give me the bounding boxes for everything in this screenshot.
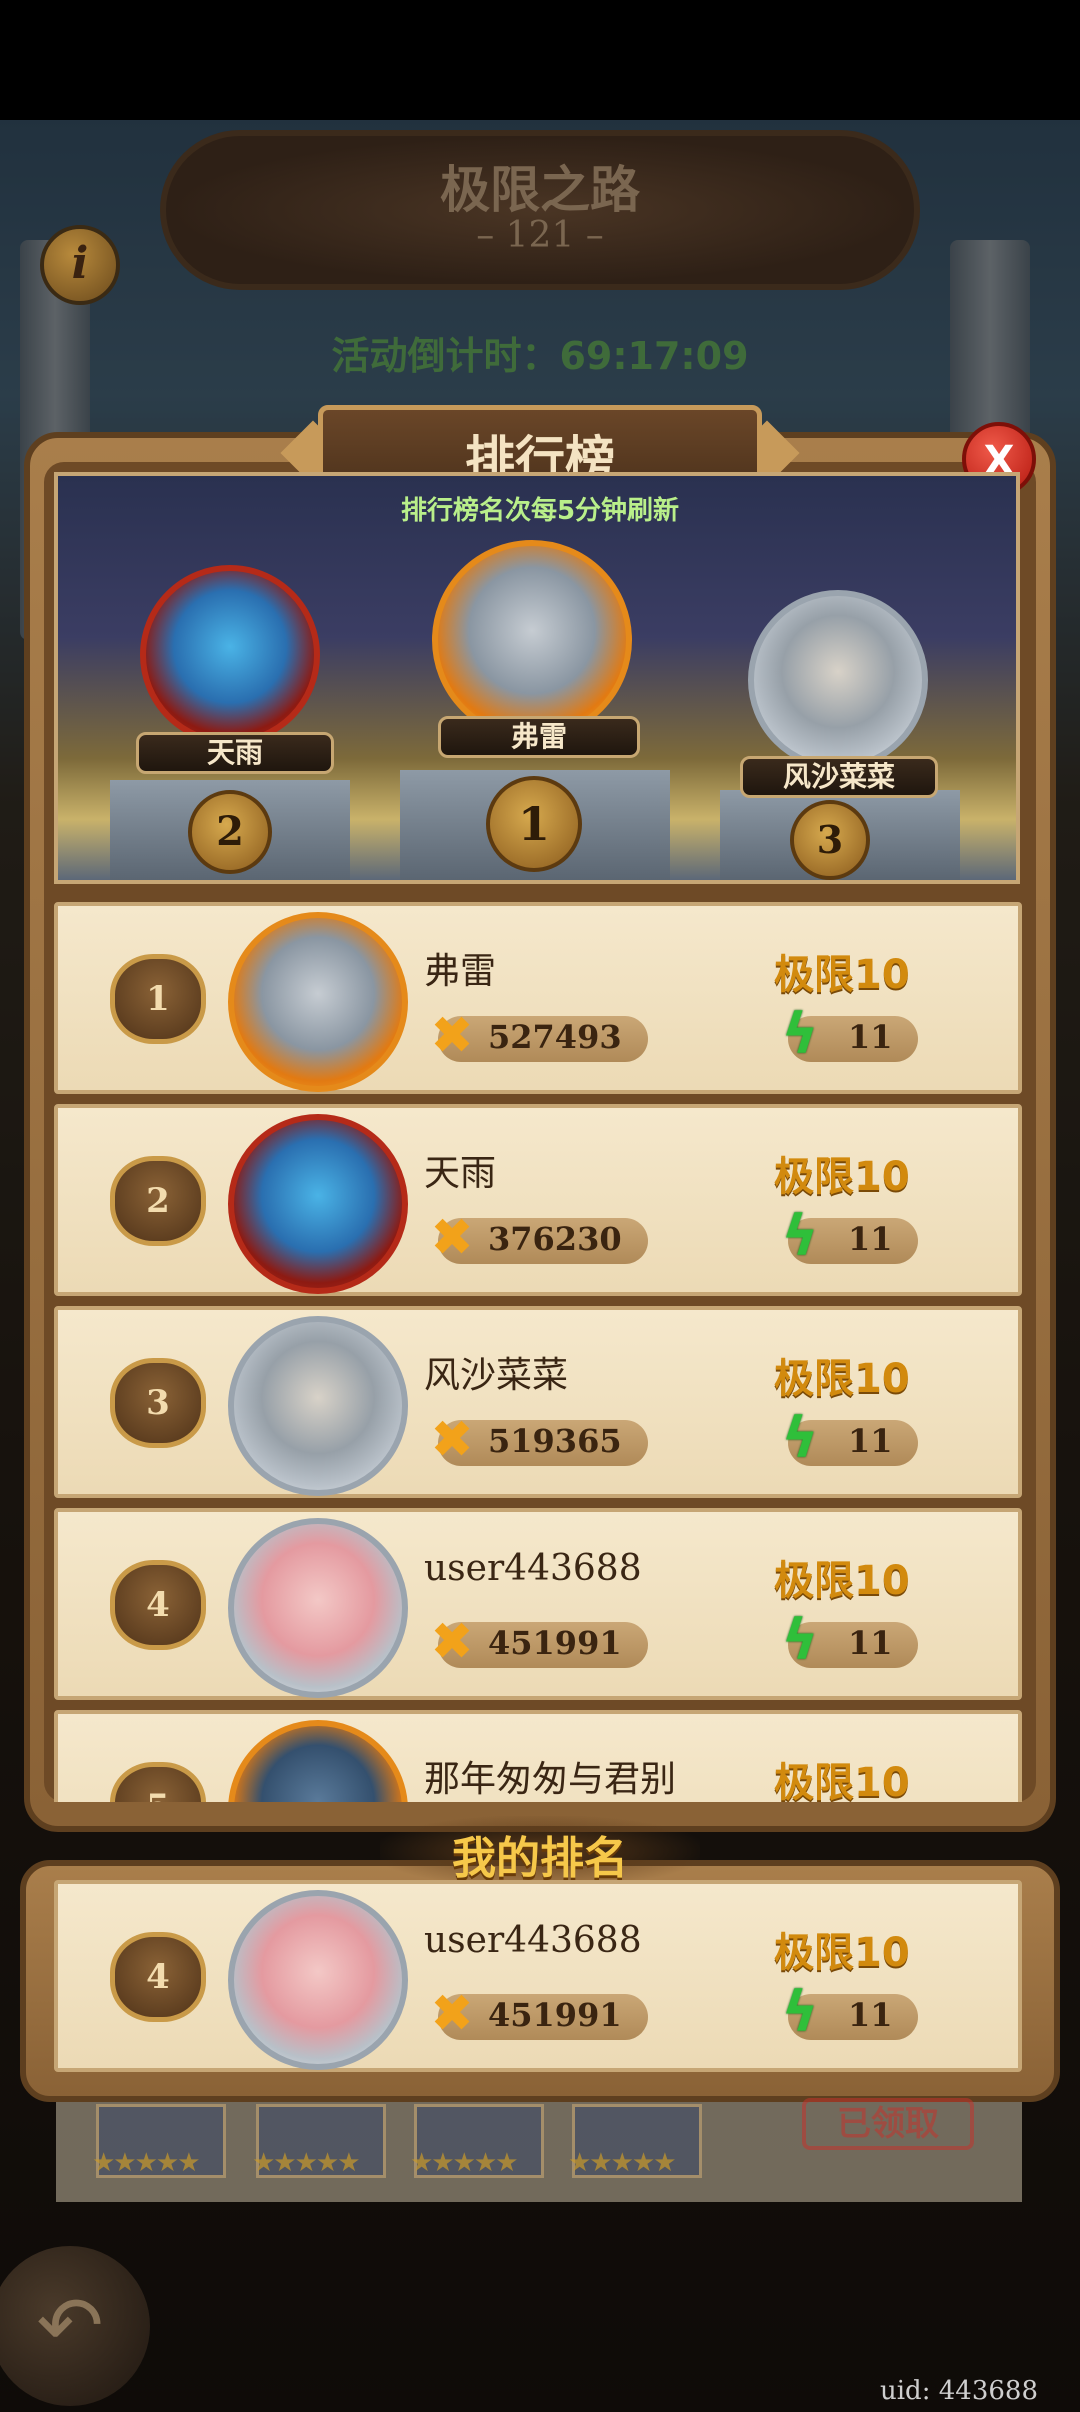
uid-label: uid: 443688 <box>880 2376 1038 2406</box>
power-icon: ✖ <box>430 1006 474 1066</box>
tier-label: 极限10 <box>774 1760 910 1802</box>
podium-medal-first: 1 <box>486 776 582 872</box>
power-value: 451991 <box>488 1996 622 2034</box>
info-icon[interactable]: i <box>40 225 120 305</box>
claimed-stamp: 已领取 <box>802 2098 974 2150</box>
ranking-row[interactable]: 4 user443688 ✖ 451991 极限10 ϟ 11 <box>54 1508 1022 1700</box>
player-avatar[interactable] <box>228 912 408 1092</box>
player-avatar[interactable] <box>228 1114 408 1294</box>
star-rating: ★★★★★ <box>252 2148 361 2178</box>
rank-medal: 3 <box>110 1358 206 1448</box>
star-rating: ★★★★★ <box>410 2148 519 2178</box>
podium-avatar-second[interactable] <box>140 565 320 745</box>
energy-value: 11 <box>848 1422 893 1460</box>
stage-number: – 121 – <box>476 215 604 256</box>
ranking-row[interactable]: 5 那年匆匆与君别 极限10 <box>54 1710 1022 1802</box>
podium-name-first: 弗雷 <box>438 716 640 758</box>
tier-label: 极限10 <box>774 1356 910 1402</box>
ranking-row[interactable]: 1 弗雷 ✖ 527493 极限10 ϟ 11 <box>54 902 1022 1094</box>
my-ranking-title: 我的排名 <box>452 1833 628 1884</box>
power-icon: ✖ <box>430 1208 474 1268</box>
player-name: user443688 <box>424 1920 642 1961</box>
energy-icon: ϟ <box>781 1406 819 1471</box>
player-name: 风沙菜菜 <box>424 1355 569 1396</box>
power-value: 451991 <box>488 1624 622 1662</box>
podium-name-second: 天雨 <box>136 732 334 774</box>
power-value: 527493 <box>488 1018 622 1056</box>
energy-value: 11 <box>848 1996 893 2034</box>
power-icon: ✖ <box>430 1984 474 2044</box>
rank-medal: 1 <box>110 954 206 1044</box>
tier-label: 极限10 <box>774 952 910 998</box>
rank-medal: 5 <box>110 1762 206 1802</box>
ranking-list[interactable]: 1 弗雷 ✖ 527493 极限10 ϟ 11 2 天雨 ✖ 376230 极限… <box>54 894 1022 1802</box>
podium-avatar-third[interactable] <box>748 590 928 770</box>
energy-value: 11 <box>848 1624 893 1662</box>
power-value: 519365 <box>488 1422 622 1460</box>
player-avatar[interactable] <box>228 1518 408 1698</box>
event-countdown: 活动倒计时：69:17:09 <box>331 334 749 378</box>
rank-medal: 2 <box>110 1156 206 1246</box>
energy-icon: ϟ <box>781 1002 819 1067</box>
tier-label: 极限10 <box>774 1930 910 1976</box>
ranking-row[interactable]: 3 风沙菜菜 ✖ 519365 极限10 ϟ 11 <box>54 1306 1022 1498</box>
podium-medal-second: 2 <box>188 790 272 874</box>
stage-title: 极限之路 <box>440 161 640 219</box>
podium-name-third: 风沙菜菜 <box>740 756 938 798</box>
player-avatar[interactable] <box>228 1316 408 1496</box>
energy-value: 11 <box>848 1018 893 1056</box>
ranking-row[interactable]: 2 天雨 ✖ 376230 极限10 ϟ 11 <box>54 1104 1022 1296</box>
energy-icon: ϟ <box>781 1980 819 2045</box>
energy-icon: ϟ <box>781 1608 819 1673</box>
player-name: 弗雷 <box>424 951 497 992</box>
star-rating: ★★★★★ <box>568 2148 677 2178</box>
power-value: 376230 <box>488 1220 622 1258</box>
player-name: 那年匆匆与君别 <box>424 1759 677 1800</box>
podium-avatar-first[interactable] <box>432 540 632 740</box>
power-icon: ✖ <box>430 1410 474 1470</box>
energy-value: 11 <box>848 1220 893 1258</box>
rank-medal: 4 <box>110 1560 206 1650</box>
player-name: 天雨 <box>424 1153 497 1194</box>
podium-medal-third: 3 <box>790 800 870 880</box>
player-avatar[interactable] <box>228 1890 408 2070</box>
power-icon: ✖ <box>430 1612 474 1672</box>
star-rating: ★★★★★ <box>92 2148 201 2178</box>
tier-label: 极限10 <box>774 1154 910 1200</box>
my-ranking-row[interactable]: 4 user443688 ✖ 451991 极限10 ϟ 11 <box>54 1880 1022 2072</box>
my-ranking-row-wrap: 4 user443688 ✖ 451991 极限10 ϟ 11 <box>54 1880 1022 2076</box>
refresh-note: 排行榜名次每5分钟刷新 <box>400 496 680 526</box>
player-avatar[interactable] <box>228 1720 408 1802</box>
tier-label: 极限10 <box>774 1558 910 1604</box>
player-name: user443688 <box>424 1548 642 1589</box>
rank-medal: 4 <box>110 1932 206 2022</box>
energy-icon: ϟ <box>781 1204 819 1269</box>
